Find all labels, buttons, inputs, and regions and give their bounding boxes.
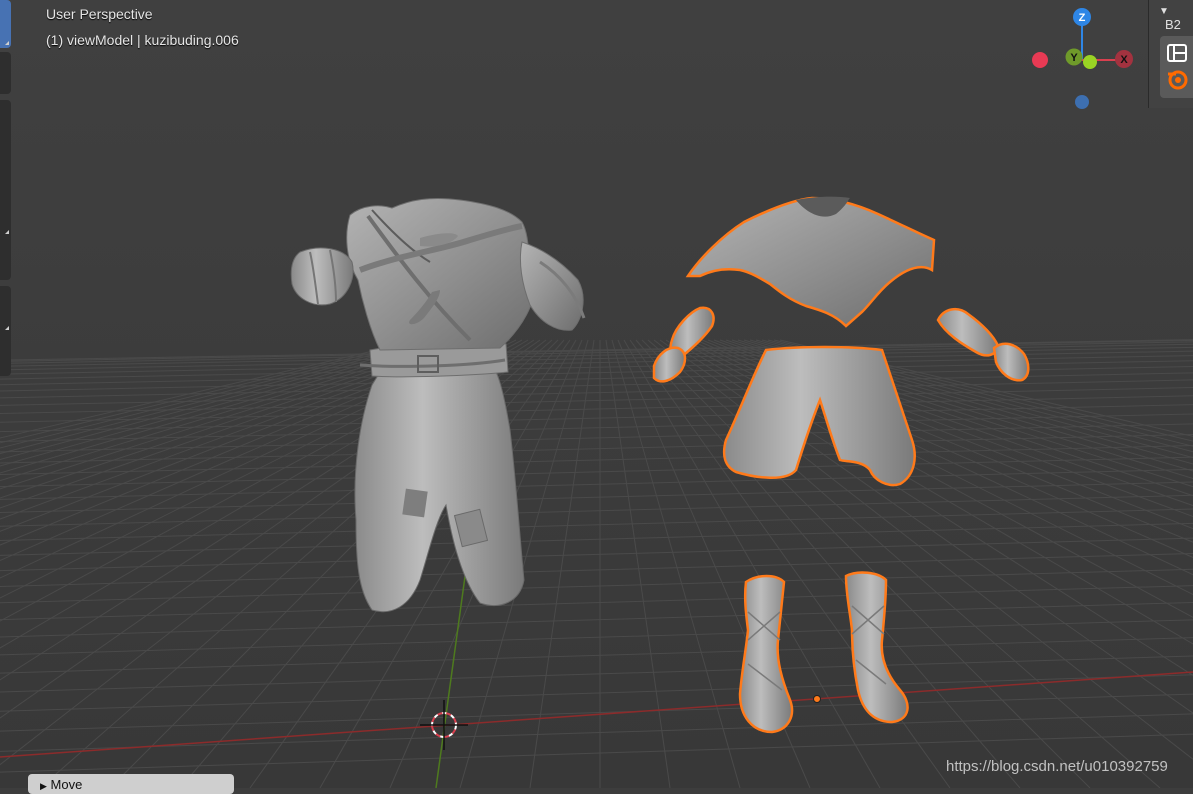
expand-triangle-icon: ▶: [40, 781, 47, 791]
tool-options-corner-icon: [5, 41, 9, 45]
node-tree-icon[interactable]: [1167, 44, 1187, 62]
tool-options-corner-icon: [5, 230, 9, 234]
blender-addon-icon[interactable]: [1168, 70, 1188, 90]
watermark-text: https://blog.csdn.net/u010392759: [946, 758, 1168, 775]
neg-z-axis-ball[interactable]: [1075, 95, 1089, 109]
sidebar-header-label: B2: [1165, 17, 1181, 32]
3d-viewport[interactable]: Z Y X: [0, 0, 1193, 788]
toolbar-select-tool[interactable]: [0, 0, 11, 48]
last-operator-panel[interactable]: ▶ Move: [28, 774, 234, 794]
sidebar-tool-box: [1160, 36, 1193, 98]
sidebar-panel[interactable]: ▼ B2: [1148, 0, 1193, 108]
object-origin[interactable]: [813, 695, 821, 703]
toolbar-transform-tools[interactable]: [0, 100, 11, 280]
toolbar-annotate-tools[interactable]: [0, 286, 11, 376]
operator-label: Move: [50, 777, 83, 792]
tool-options-corner-icon: [5, 326, 9, 330]
x-axis-label: X: [1120, 54, 1128, 66]
sidebar-header[interactable]: ▼ B2: [1159, 2, 1193, 32]
neg-y-axis-ball[interactable]: [1083, 55, 1097, 69]
view-perspective-label: User Perspective: [46, 6, 153, 22]
neg-x-axis-ball[interactable]: [1032, 52, 1048, 68]
active-object-info: (1) viewModel | kuzibuding.006: [46, 32, 239, 48]
z-axis-label: Z: [1079, 12, 1086, 24]
toolbar-cursor-tool[interactable]: [0, 52, 11, 94]
y-axis-label: Y: [1070, 52, 1078, 64]
collapse-triangle-icon: ▼: [1159, 6, 1169, 17]
